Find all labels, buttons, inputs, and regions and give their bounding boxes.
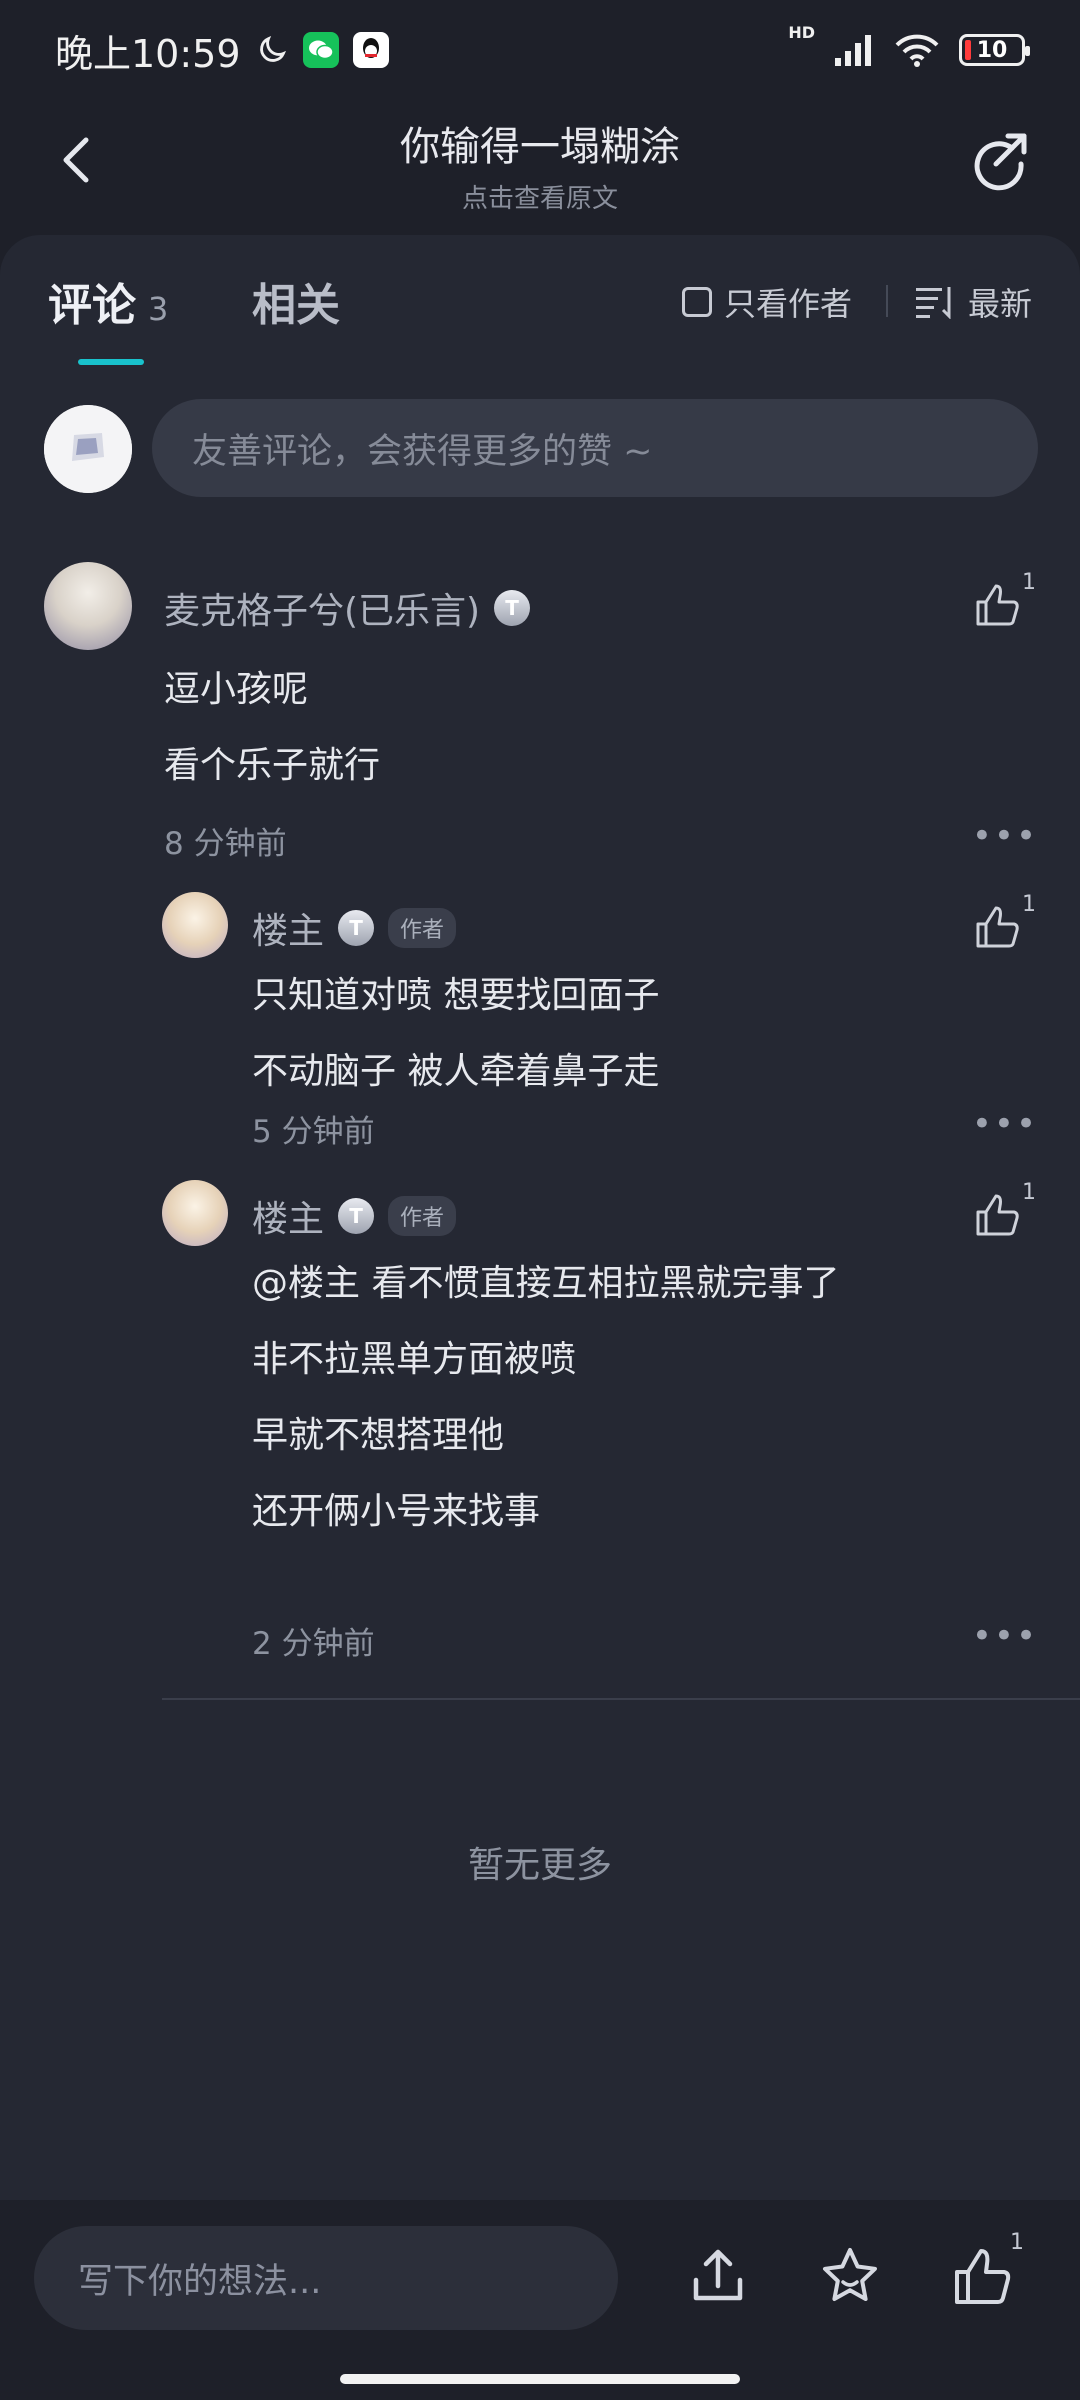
- sort-button[interactable]: 最新: [916, 279, 1032, 325]
- active-tab-indicator: [78, 359, 144, 365]
- thought-input[interactable]: 写下你的想法...: [34, 2226, 618, 2330]
- author-only-label: 只看作者: [724, 285, 853, 323]
- comment-time: 2 分钟前: [252, 1626, 375, 1662]
- more-options-icon[interactable]: •••: [972, 1616, 1038, 1656]
- comment-text: 非不拉黑单方面被喷: [252, 1339, 577, 1380]
- comment-input[interactable]: 友善评论，会获得更多的赞 ~: [152, 399, 1038, 497]
- share-icon[interactable]: [966, 128, 1032, 194]
- view-original-link[interactable]: 点击查看原文: [0, 178, 1080, 215]
- like-count: 1: [1010, 2230, 1024, 2255]
- level-badge: T: [338, 1198, 375, 1234]
- bottom-bar: 写下你的想法... 1: [0, 2200, 1080, 2400]
- comment-text: 不动脑子 被人牵着鼻子走: [252, 1051, 660, 1092]
- thumbs-up-icon[interactable]: [972, 1190, 1022, 1240]
- my-avatar[interactable]: [44, 405, 132, 493]
- more-options-icon[interactable]: •••: [972, 1104, 1038, 1144]
- divider: [886, 285, 888, 317]
- avatar[interactable]: [162, 892, 228, 958]
- username: 麦克格子兮(已乐言): [164, 591, 481, 632]
- signal-icon: [835, 35, 871, 66]
- level-badge: T: [494, 590, 531, 626]
- sort-icon: [916, 287, 951, 319]
- comment-text: 看个乐子就行: [164, 745, 381, 786]
- comment-time: 8 分钟前: [164, 826, 287, 862]
- thumbs-up-icon[interactable]: [972, 580, 1022, 630]
- share-upload-icon[interactable]: [686, 2244, 750, 2308]
- author-tag: 作者: [388, 908, 457, 948]
- comment-text: 逗小孩呢: [164, 669, 309, 710]
- no-more-text: 暂无更多: [467, 1845, 612, 1886]
- list-divider: [162, 1698, 1080, 1700]
- compose-row: 友善评论，会获得更多的赞 ~: [0, 399, 1080, 515]
- thumbs-up-icon[interactable]: [972, 902, 1022, 952]
- comment-text: @楼主 看不惯直接互相拉黑就完事了: [252, 1263, 840, 1304]
- author-tag: 作者: [388, 1196, 457, 1236]
- thumbs-up-icon[interactable]: [950, 2244, 1014, 2308]
- tab-comments-label: 评论: [48, 280, 136, 331]
- more-options-icon[interactable]: •••: [972, 816, 1038, 856]
- comment-text: 早就不想搭理他: [252, 1415, 505, 1456]
- avatar[interactable]: [162, 1180, 228, 1246]
- qq-icon: [352, 32, 389, 68]
- comment-user[interactable]: 楼主 T 作者: [252, 1190, 457, 1242]
- moon-icon: [259, 35, 286, 62]
- status-time: 晚上10:59: [55, 31, 241, 76]
- checkbox-icon[interactable]: [682, 287, 712, 317]
- sort-label: 最新: [968, 285, 1033, 323]
- comment-count: 3: [148, 290, 169, 328]
- level-badge: T: [338, 910, 375, 946]
- comment-text: 还开俩小号来找事: [252, 1491, 541, 1532]
- author-only-toggle[interactable]: 只看作者: [682, 279, 852, 325]
- comment-user[interactable]: 麦克格子兮(已乐言) T: [164, 582, 531, 634]
- comment-time: 5 分钟前: [252, 1114, 375, 1150]
- wechat-icon: [302, 32, 339, 68]
- wifi-icon: [895, 34, 939, 67]
- network-label: HD: [788, 23, 815, 42]
- battery-icon: 10: [959, 34, 1030, 66]
- battery-level: 10: [976, 37, 1008, 63]
- title-area[interactable]: 你输得一塌糊涂 点击查看原文: [0, 114, 1080, 215]
- tab-related[interactable]: 相关: [252, 269, 340, 333]
- like-count: 1: [1022, 892, 1036, 917]
- status-bar: 晚上10:59 HD 10: [0, 0, 1080, 100]
- star-icon[interactable]: [818, 2244, 882, 2308]
- like-count: 1: [1022, 1180, 1036, 1205]
- username: 楼主: [252, 1199, 325, 1240]
- home-indicator[interactable]: [340, 2374, 740, 2384]
- username: 楼主: [252, 911, 325, 952]
- like-count: 1: [1022, 570, 1036, 595]
- tab-bar: 评论 3 相关 只看作者 最新: [0, 235, 1080, 365]
- header: 你输得一塌糊涂 点击查看原文: [0, 100, 1080, 235]
- comment-text: 只知道对喷 想要找回面子: [252, 975, 660, 1016]
- tab-comments[interactable]: 评论 3: [48, 269, 168, 333]
- page-title: 你输得一塌糊涂: [400, 124, 680, 170]
- comments-panel: 评论 3 相关 只看作者 最新 友善评论，会获得更多的赞 ~: [0, 235, 1080, 2235]
- comment-user[interactable]: 楼主 T 作者: [252, 902, 457, 954]
- avatar[interactable]: [44, 562, 132, 650]
